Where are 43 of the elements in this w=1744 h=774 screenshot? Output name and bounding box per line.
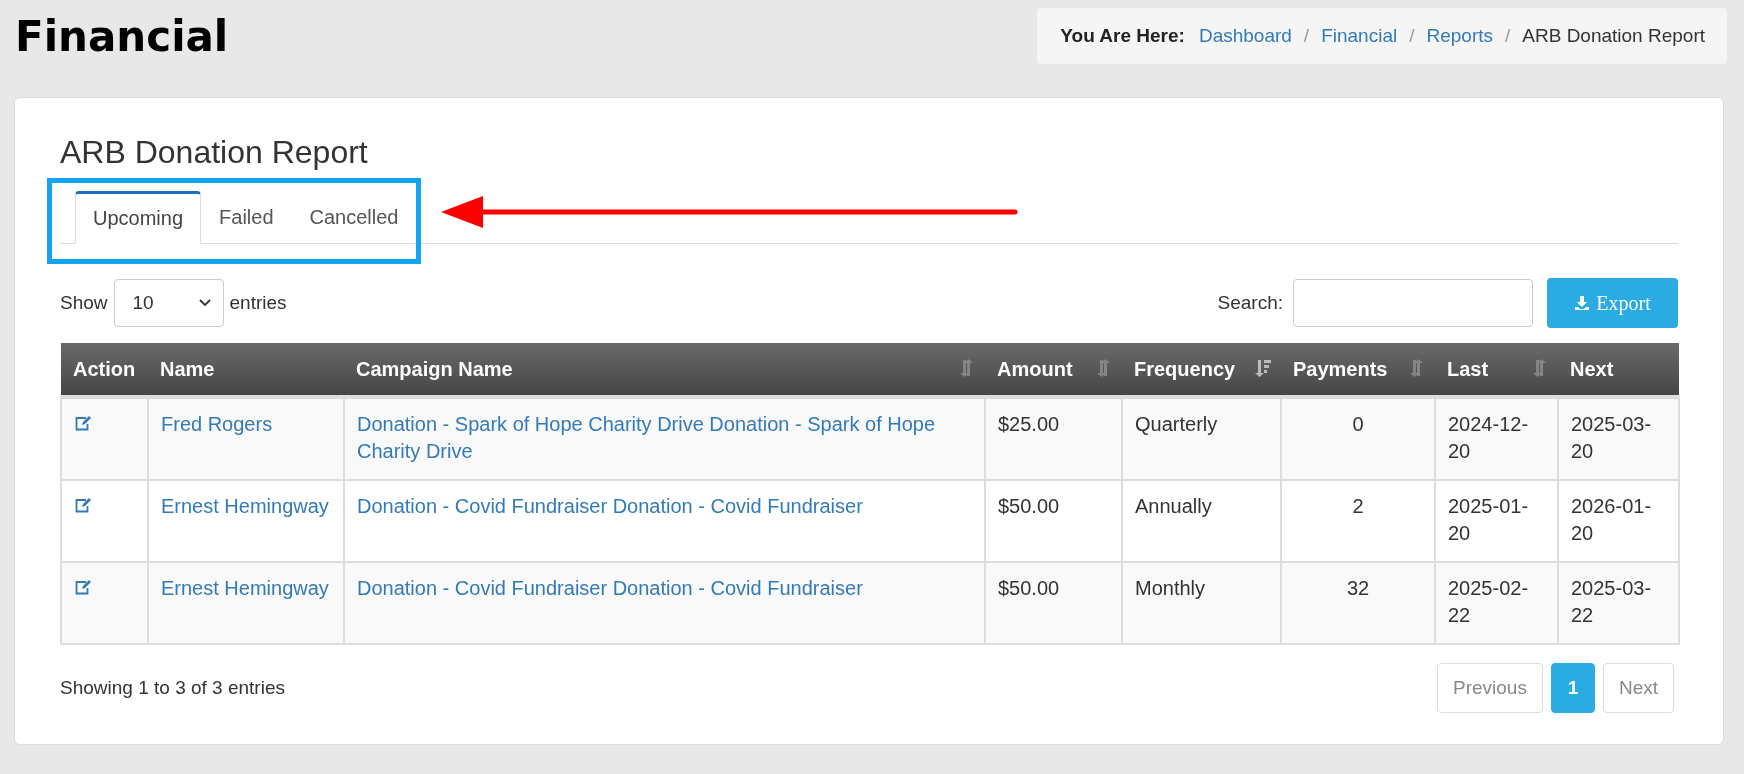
chevron-down-icon [198,299,211,307]
table-cell: 2024-12-20 [1448,413,1529,462]
pagination-button[interactable]: Next [1602,663,1674,713]
pagination-button[interactable]: 1 [1550,663,1595,713]
table-info: Showing 1 to 3 of 3 entries [60,677,285,699]
table-cell: Annually [1135,495,1212,517]
entries-select[interactable]: 10 [113,279,224,327]
export-button[interactable]: Export [1547,278,1678,328]
breadcrumb-separator: / [1409,25,1415,47]
table-cell: 2 [1352,495,1364,517]
table-cell: 2025-03-22 [1571,577,1652,626]
edit-icon[interactable] [74,415,92,431]
table-cell: $50.00 [998,577,1060,599]
breadcrumb-current: ARB Donation Report [1522,25,1705,47]
breadcrumb-link[interactable]: Financial [1321,25,1398,47]
pagination-button[interactable]: Previous [1437,663,1543,713]
table-cell: 32 [1346,577,1370,599]
page-title: Financial [15,12,229,61]
entries-label: entries [229,292,287,314]
table-cell: Monthly [1135,577,1206,599]
tab[interactable]: Cancelled [291,191,417,244]
table-cell: $50.00 [998,495,1060,517]
breadcrumb-label: You Are Here: [1060,25,1185,47]
edit-icon[interactable] [74,579,92,595]
tab[interactable]: Failed [201,191,292,244]
report-title: ARB Donation Report [60,134,369,171]
breadcrumb-link[interactable]: Reports [1426,25,1493,47]
table-cell: 0 [1352,413,1364,435]
table-cell: 2025-01-20 [1448,495,1529,544]
show-label: Show [60,292,108,314]
table-cell: $25.00 [998,413,1060,435]
edit-icon[interactable] [74,497,92,513]
breadcrumb-separator: / [1303,25,1310,47]
search-label: Search: [1217,292,1283,314]
download-icon [1574,295,1591,311]
breadcrumb-link[interactable]: Dashboard [1198,25,1292,47]
search-field[interactable] [1293,279,1533,327]
table-cell: 2025-03-20 [1571,413,1652,462]
table-cell: 2026-01-20 [1571,495,1652,544]
table-cell: Quarterly [1135,413,1218,435]
tab[interactable]: Upcoming [75,191,202,244]
breadcrumb-separator: / [1505,25,1511,47]
table-cell: 2025-02-22 [1448,577,1529,626]
